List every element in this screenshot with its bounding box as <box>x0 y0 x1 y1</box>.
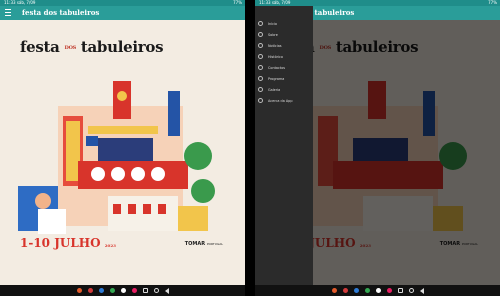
recents-icon[interactable] <box>142 288 148 293</box>
system-navbar <box>0 285 245 296</box>
dock-app-5-icon[interactable] <box>375 288 381 293</box>
app-title: festa dos tabuleiros <box>22 8 100 17</box>
hamburger-menu-icon[interactable] <box>5 9 11 17</box>
screen-poster: 11:33 sáb, 7/09 77% festa dos tabuleiros… <box>0 0 245 296</box>
drawer-item-acerca[interactable]: Acerca da App <box>255 95 313 106</box>
news-icon <box>258 43 263 48</box>
dock-app-3-icon[interactable] <box>353 288 359 293</box>
gallery-icon <box>258 87 263 92</box>
history-icon <box>258 54 263 59</box>
system-navbar <box>255 285 500 296</box>
poster-illustration <box>18 81 215 234</box>
home-icon[interactable] <box>153 288 159 293</box>
back-icon[interactable] <box>419 287 424 294</box>
back-icon[interactable] <box>164 287 169 294</box>
dock-app-4-icon[interactable] <box>364 288 370 293</box>
dock-app-6-icon[interactable] <box>386 288 392 293</box>
dock-app-1-icon[interactable] <box>331 288 337 293</box>
status-info: sáb, 7/09 <box>16 0 36 5</box>
dock-app-6-icon[interactable] <box>131 288 137 293</box>
dock-app-2-icon[interactable] <box>342 288 348 293</box>
home-icon[interactable] <box>408 288 414 293</box>
info-icon <box>258 32 263 37</box>
app-bar: festa dos tabuleiros <box>0 6 245 20</box>
drawer-item-noticias[interactable]: Notícias <box>255 40 313 51</box>
status-time: 11:33 <box>259 0 271 5</box>
poster-date: 1-10 JULHO 2023 <box>20 236 116 250</box>
dock-app-1-icon[interactable] <box>76 288 82 293</box>
status-info: sáb, 7/09 <box>271 0 291 5</box>
drawer-item-sobre[interactable]: Sobre <box>255 29 313 40</box>
recents-icon[interactable] <box>397 288 403 293</box>
drawer-item-contactos[interactable]: Contactos <box>255 62 313 73</box>
poster-place: TOMAR PORTUGAL <box>184 241 223 247</box>
poster: festa DOS tabuleiros 1-10 JULHO 2023 TOM… <box>0 20 245 285</box>
home-icon <box>258 21 263 26</box>
poster-title: festa DOS tabuleiros <box>20 38 164 56</box>
dock-app-4-icon[interactable] <box>109 288 115 293</box>
screen-drawer-open: 11:33 sáb, 7/09 77% festa dos tabuleiros… <box>255 0 500 296</box>
status-time: 11:33 <box>4 0 16 5</box>
dock-app-2-icon[interactable] <box>87 288 93 293</box>
drawer-item-historico[interactable]: Histórico <box>255 51 313 62</box>
drawer-item-galeria[interactable]: Galeria <box>255 84 313 95</box>
drawer-item-programa[interactable]: Programa <box>255 73 313 84</box>
contact-icon <box>258 65 263 70</box>
drawer-item-inicio[interactable]: Início <box>255 18 313 29</box>
calendar-icon <box>258 76 263 81</box>
dock-app-3-icon[interactable] <box>98 288 104 293</box>
about-icon <box>258 98 263 103</box>
dock-app-5-icon[interactable] <box>120 288 126 293</box>
navigation-drawer: Início Sobre Notícias Histórico Contacto… <box>255 6 313 285</box>
